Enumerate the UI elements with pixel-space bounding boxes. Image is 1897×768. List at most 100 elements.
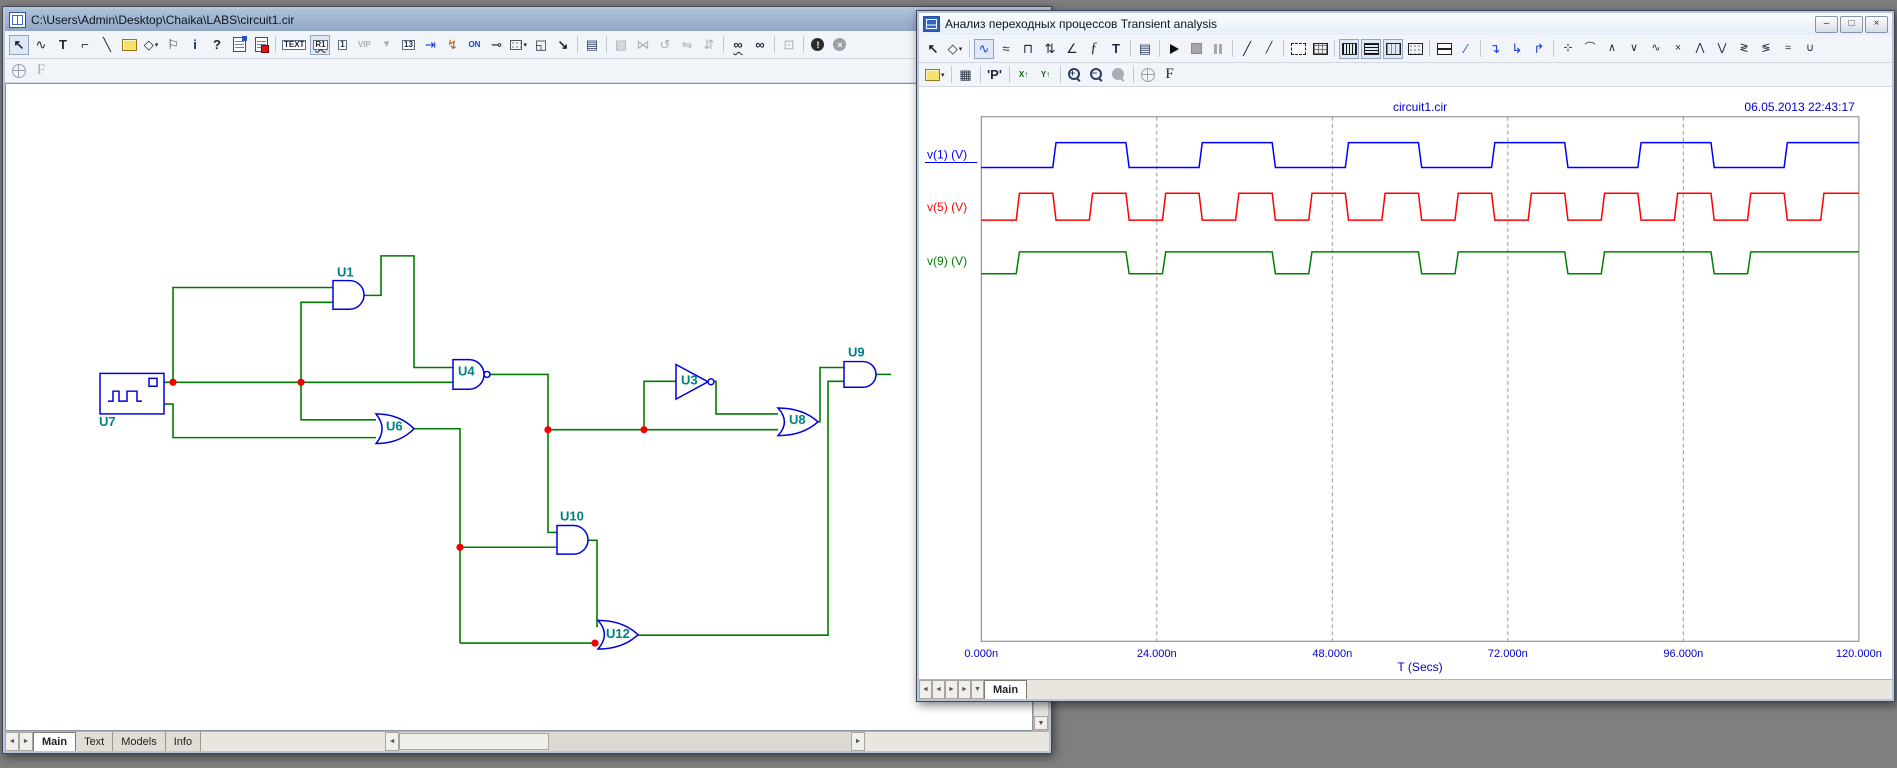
- wire[interactable]: [714, 380, 778, 415]
- schematic-titlebar[interactable]: C:\Users\Admin\Desktop\Chaika\LABS\circu…: [5, 9, 1049, 31]
- low-cursor-button[interactable]: ∿: [1646, 39, 1666, 59]
- autoscale-y-button[interactable]: Y↑: [1036, 65, 1056, 85]
- color-picker-button[interactable]: ▾: [923, 65, 947, 85]
- shape-picker-caret-icon[interactable]: ▾: [959, 45, 963, 53]
- point-tag-button[interactable]: [229, 35, 249, 55]
- trace-label-2[interactable]: v(5) (V): [927, 200, 967, 214]
- tab-main[interactable]: Main: [33, 732, 77, 751]
- tile-vertical-button[interactable]: [1339, 38, 1359, 59]
- separate-plots-button[interactable]: [1405, 39, 1425, 59]
- tab-info[interactable]: Info: [165, 732, 202, 751]
- bottom-cursor-button[interactable]: ≷: [1734, 39, 1754, 59]
- close-button[interactable]: ×: [1865, 15, 1888, 33]
- wire[interactable]: [643, 380, 676, 430]
- cross-hair-cursor-button[interactable]: ↘: [553, 35, 573, 55]
- power-display-button[interactable]: ↯: [442, 35, 462, 55]
- text-tool-button[interactable]: T: [1106, 39, 1126, 59]
- component-U1[interactable]: [332, 279, 365, 310]
- select-tool-button[interactable]: ↖: [9, 34, 29, 55]
- add-waveform-button[interactable]: ≈: [996, 39, 1016, 59]
- global-low-cursor-button[interactable]: ⋁: [1712, 39, 1732, 59]
- wire[interactable]: [414, 427, 461, 644]
- current-display-button[interactable]: ⇥: [420, 35, 440, 55]
- line-tool-button[interactable]: ╲: [97, 35, 117, 55]
- shape-picker-caret-icon[interactable]: ▾: [155, 41, 159, 49]
- page-next-icon[interactable]: ►: [945, 680, 958, 699]
- wire-ortho-button[interactable]: ⌐: [75, 35, 95, 55]
- select-box-button[interactable]: [1288, 39, 1308, 59]
- peak-cursor-button[interactable]: ⌒: [1580, 39, 1600, 59]
- condition-display-button[interactable]: ON: [464, 35, 484, 55]
- current-numbers-button[interactable]: 13: [398, 35, 418, 55]
- page-menu-icon[interactable]: ▼: [971, 680, 984, 699]
- trace-v5V[interactable]: [981, 192, 1859, 221]
- plot-area[interactable]: v(1) (V) v(5) (V) v(9) (V) circuit1.cir 06.0…: [919, 87, 1892, 679]
- grid-display-button[interactable]: ▾: [508, 35, 529, 55]
- hscroll-right-arrow-icon[interactable]: ►: [851, 732, 866, 751]
- wire[interactable]: [364, 255, 453, 369]
- page-first-icon[interactable]: ◄: [919, 680, 932, 699]
- cursor-cross-button[interactable]: ⊹: [1558, 39, 1578, 59]
- select-tool-button[interactable]: ↖: [923, 39, 943, 59]
- properties-button[interactable]: ▤: [1135, 39, 1155, 59]
- wire[interactable]: [588, 539, 598, 628]
- plot-tab-main[interactable]: Main: [984, 680, 1028, 699]
- tile-horizontal-button[interactable]: [1361, 38, 1381, 59]
- trace-v9V[interactable]: [981, 251, 1859, 275]
- next-data-point-button[interactable]: ↴: [1485, 39, 1505, 59]
- component-U7[interactable]: [99, 372, 165, 415]
- hscroll-left-arrow-icon[interactable]: ◄: [385, 732, 400, 751]
- overlay-plots-button[interactable]: [1383, 38, 1403, 59]
- scope-mode-button[interactable]: ∿: [974, 38, 994, 59]
- tab-text[interactable]: Text: [76, 732, 114, 751]
- shape-picker-button[interactable]: ◇ ▾: [141, 35, 161, 55]
- label-U4[interactable]: U4: [458, 363, 475, 378]
- tag-slope-button[interactable]: ∠: [1062, 39, 1082, 59]
- info-badge-button[interactable]: !: [808, 35, 828, 55]
- tab-models[interactable]: Models: [113, 732, 166, 751]
- font-tool-button[interactable]: F: [1160, 65, 1180, 85]
- label-U6[interactable]: U6: [386, 419, 403, 434]
- top-cursor-button[interactable]: ≶: [1756, 39, 1776, 59]
- envelope-cursor-button[interactable]: ≈: [1778, 39, 1798, 59]
- line-tool-button[interactable]: ╱: [1237, 39, 1257, 59]
- border-display-button[interactable]: ◱: [531, 35, 551, 55]
- label-U10[interactable]: U10: [560, 509, 584, 524]
- prev-data-point-button[interactable]: ↳: [1507, 39, 1527, 59]
- wire[interactable]: [164, 403, 376, 439]
- label-U12[interactable]: U12: [606, 626, 630, 641]
- hscroll-thumb[interactable]: [399, 733, 550, 750]
- wire[interactable]: [300, 301, 333, 383]
- trace-label-3[interactable]: v(9) (V): [927, 254, 967, 268]
- close-badge-button[interactable]: ×: [830, 35, 850, 55]
- periodic-labels-button[interactable]: 'P': [985, 65, 1005, 85]
- find-button[interactable]: ∞: [750, 35, 770, 55]
- vscroll-down-arrow-icon[interactable]: ▼: [1034, 716, 1048, 730]
- zoom-in-button[interactable]: +: [1065, 65, 1085, 85]
- schematic-hscrollbar[interactable]: [399, 732, 852, 751]
- autoscale-x-button[interactable]: X↑: [1014, 65, 1034, 85]
- inflection-cursor-button[interactable]: ×: [1668, 39, 1688, 59]
- text-mode-button[interactable]: T: [53, 35, 73, 55]
- shape-picker-button[interactable]: ◇ ▾: [945, 39, 965, 59]
- grid-box-button[interactable]: [1310, 39, 1330, 59]
- wire[interactable]: [300, 382, 376, 421]
- zoom-out-button[interactable]: −: [1087, 65, 1107, 85]
- scale-limits-button[interactable]: ⊓: [1018, 39, 1038, 59]
- help-mode-button[interactable]: ?: [207, 35, 227, 55]
- scale-format-button[interactable]: ⇅: [1040, 39, 1060, 59]
- label-U8[interactable]: U8: [789, 412, 806, 427]
- info-mode-button[interactable]: i: [185, 35, 205, 55]
- node-numbers-button[interactable]: 1: [332, 35, 352, 55]
- flag-tool-button[interactable]: ⚐: [163, 35, 183, 55]
- wire[interactable]: [818, 366, 844, 423]
- split-view-button[interactable]: [1434, 39, 1454, 59]
- text-display-button[interactable]: TEXT: [280, 35, 308, 55]
- trace-v1V[interactable]: [981, 141, 1859, 169]
- properties-button[interactable]: ▤: [582, 35, 602, 55]
- color-picker-caret-icon[interactable]: ▾: [941, 71, 945, 79]
- schematic-canvas[interactable]: U7 U1 U4 U6 U3 U8 U9 U10 U12: [5, 83, 1033, 731]
- label-U7[interactable]: U7: [99, 414, 116, 429]
- page-last-icon[interactable]: ►: [958, 680, 971, 699]
- numeric-output-button[interactable]: ▦: [956, 65, 976, 85]
